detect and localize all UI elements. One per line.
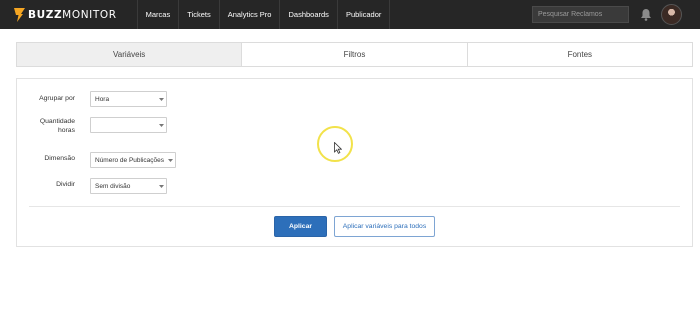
buzzmonitor-logo-icon: [14, 7, 25, 22]
nav-item-publicador[interactable]: Publicador: [338, 0, 391, 29]
form-divider: [29, 206, 680, 207]
brand-name: BUZZMONITOR: [28, 9, 117, 21]
chevron-down-icon: [156, 123, 166, 127]
nav-item-marcas[interactable]: Marcas: [136, 0, 180, 29]
dimension-value: Número de Publicações: [95, 156, 165, 164]
split-label: Dividir: [56, 181, 75, 188]
main-nav: Marcas Tickets Analytics Pro Dashboards …: [136, 0, 391, 29]
group-by-value: Hora: [95, 95, 110, 103]
user-avatar[interactable]: [661, 4, 682, 25]
chevron-down-icon: [165, 158, 175, 162]
tab-filtros[interactable]: Filtros: [242, 43, 468, 66]
dimension-label: Dimensão: [44, 155, 75, 162]
search-input[interactable]: [532, 6, 629, 23]
brand-name-part2: MONITOR: [62, 8, 117, 21]
apply-button[interactable]: Aplicar: [274, 216, 327, 237]
bell-icon[interactable]: [640, 8, 652, 21]
nav-item-analytics-pro[interactable]: Analytics Pro: [220, 0, 281, 29]
dimension-select[interactable]: Número de Publicações: [90, 152, 176, 168]
hours-qty-label-line2: horas: [57, 127, 75, 134]
hours-qty-select[interactable]: [90, 117, 167, 133]
brand-logo[interactable]: BUZZMONITOR: [14, 0, 117, 29]
apply-all-button[interactable]: Aplicar variáveis para todos: [334, 216, 435, 237]
group-by-select[interactable]: Hora: [90, 91, 167, 107]
variables-form-card: Agrupar por Hora Quantidade horas Dimens…: [16, 78, 693, 247]
nav-item-tickets[interactable]: Tickets: [179, 0, 220, 29]
split-value: Sem divisão: [95, 182, 131, 190]
tab-fontes[interactable]: Fontes: [468, 43, 692, 66]
split-select[interactable]: Sem divisão: [90, 178, 167, 194]
tab-variaveis[interactable]: Variáveis: [17, 43, 243, 66]
brand-name-part1: BUZZ: [28, 8, 63, 21]
mouse-pointer-icon: [334, 142, 342, 154]
hours-qty-label-line1: Quantidade: [39, 118, 75, 125]
hours-qty-label: Quantidade horas: [15, 117, 75, 135]
nav-item-dashboards[interactable]: Dashboards: [280, 0, 338, 29]
chevron-down-icon: [156, 184, 166, 188]
top-navigation-bar: BUZZMONITOR Marcas Tickets Analytics Pro…: [0, 0, 700, 29]
tab-bar: Variáveis Filtros Fontes: [16, 42, 693, 67]
group-by-label: Agrupar por: [39, 95, 75, 102]
chevron-down-icon: [156, 97, 166, 101]
